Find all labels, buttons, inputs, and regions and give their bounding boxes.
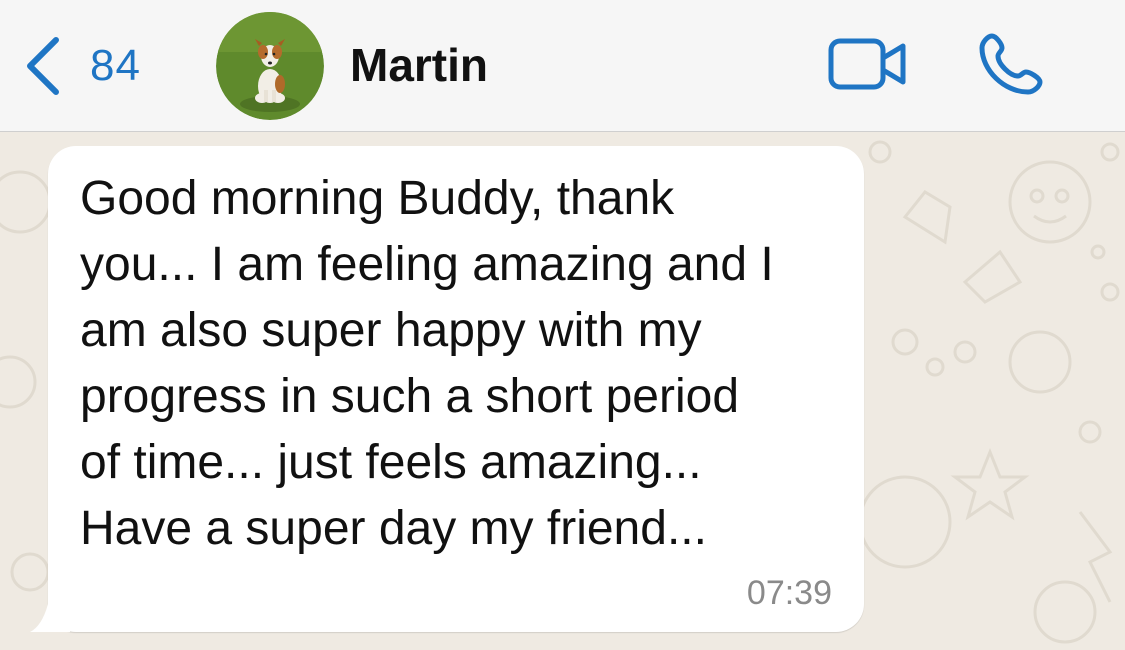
message-timestamp: 07:39	[746, 574, 832, 612]
chat-header: 84 Martin	[0, 0, 1125, 132]
back-button[interactable]: 84	[24, 34, 141, 98]
message-bubble[interactable]: Good morning Buddy, thank you... I am fe…	[48, 146, 864, 632]
avatar[interactable]	[216, 12, 324, 120]
chevron-left-icon	[24, 36, 60, 96]
video-camera-icon	[828, 38, 908, 96]
voice-call-button[interactable]	[978, 32, 1044, 96]
chat-area[interactable]: Good morning Buddy, thank you... I am fe…	[0, 132, 1125, 650]
video-call-button[interactable]	[828, 36, 908, 92]
message-text: Good morning Buddy, thank you... I am fe…	[80, 172, 774, 555]
contact-name[interactable]: Martin	[350, 38, 488, 92]
bubble-tail	[30, 604, 70, 632]
phone-icon	[978, 33, 1044, 100]
unread-count: 84	[90, 41, 141, 90]
